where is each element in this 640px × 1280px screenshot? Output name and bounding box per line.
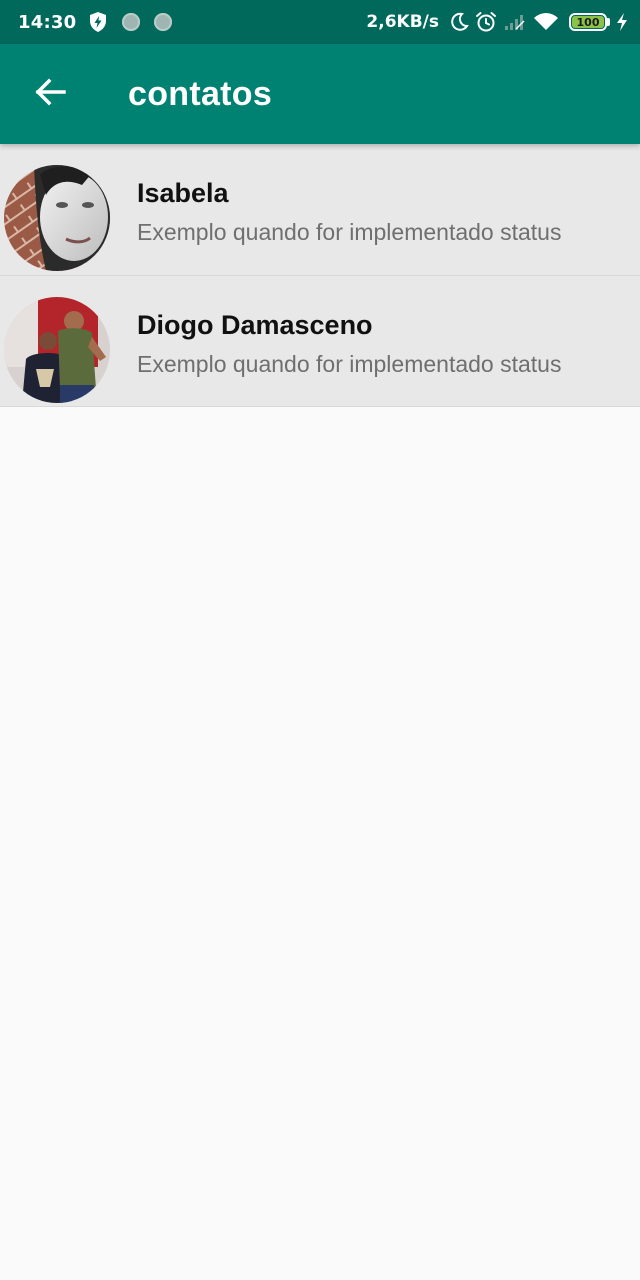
back-button[interactable]: [22, 70, 78, 118]
status-bar-right: 2,6KB/s 100: [366, 0, 628, 44]
contact-list: Isabela Exemplo quando for implementado …: [0, 144, 640, 407]
contact-name: Diogo Damasceno: [137, 310, 373, 340]
battery-tip: [607, 18, 610, 26]
alarm-icon: [475, 11, 497, 33]
shield-bolt-icon: [88, 11, 108, 33]
arrow-left-icon: [34, 78, 66, 110]
contact-status: Exemplo quando for implementado status: [137, 351, 562, 377]
battery-level: 100: [576, 15, 600, 29]
network-speed: 2,6KB/s: [366, 12, 439, 32]
battery-icon: 100: [569, 13, 607, 31]
status-bar-left: 14:30: [18, 0, 173, 44]
notification-dot-icon: [122, 13, 141, 31]
contact-item[interactable]: Diogo Damasceno Exemplo quando for imple…: [0, 276, 640, 407]
notification-dot-icon: [154, 13, 173, 31]
status-bar: 14:30 2,6KB/s 100: [0, 0, 640, 44]
wifi-icon: [533, 12, 559, 32]
moon-icon: [449, 12, 469, 32]
page-title: contatos: [128, 75, 273, 113]
contact-status: Exemplo quando for implementado status: [137, 219, 562, 245]
contact-item[interactable]: Isabela Exemplo quando for implementado …: [0, 144, 640, 276]
charging-bolt-icon: [616, 12, 628, 32]
app-bar: contatos: [0, 44, 640, 144]
cellular-signal-icon: [503, 12, 527, 32]
status-time: 14:30: [18, 11, 77, 33]
contact-name: Isabela: [137, 178, 229, 208]
avatar: [4, 165, 110, 271]
avatar: [4, 297, 110, 403]
